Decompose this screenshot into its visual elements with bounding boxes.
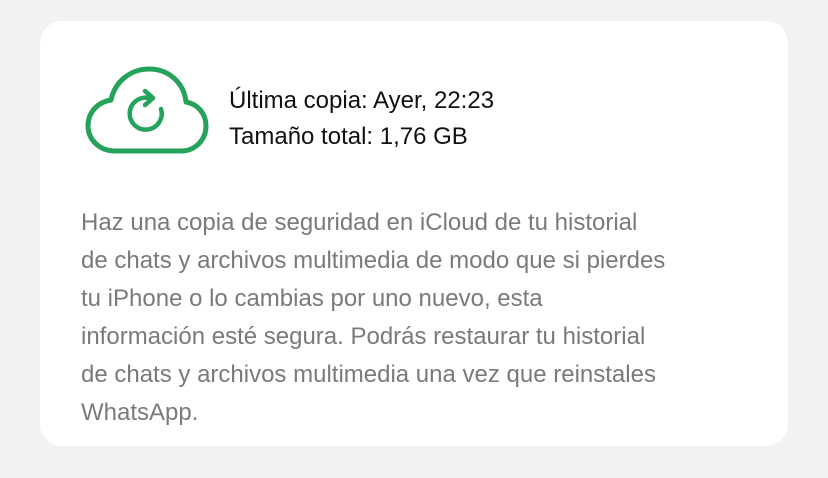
backup-description: Haz una copia de seguridad en iCloud de … xyxy=(81,204,761,432)
backup-info: Última copia: Ayer, 22:23 Tamaño total: … xyxy=(229,83,494,155)
description-line: de chats y archivos multimedia una vez q… xyxy=(81,361,656,388)
description-line: información esté segura. Podrás restaura… xyxy=(81,323,646,350)
description-line: de chats y archivos multimedia de modo q… xyxy=(81,247,666,274)
total-size-text: Tamaño total: 1,76 GB xyxy=(229,123,468,150)
description-line: WhatsApp. xyxy=(81,399,199,426)
cloud-sync-icon xyxy=(85,66,209,154)
description-line: Haz una copia de seguridad en iCloud de … xyxy=(81,209,638,236)
last-backup-text: Última copia: Ayer, 22:23 xyxy=(229,87,495,114)
description-line: tu iPhone o lo cambias por uno nuevo, es… xyxy=(81,285,543,312)
backup-card: Última copia: Ayer, 22:23 Tamaño total: … xyxy=(40,21,788,446)
